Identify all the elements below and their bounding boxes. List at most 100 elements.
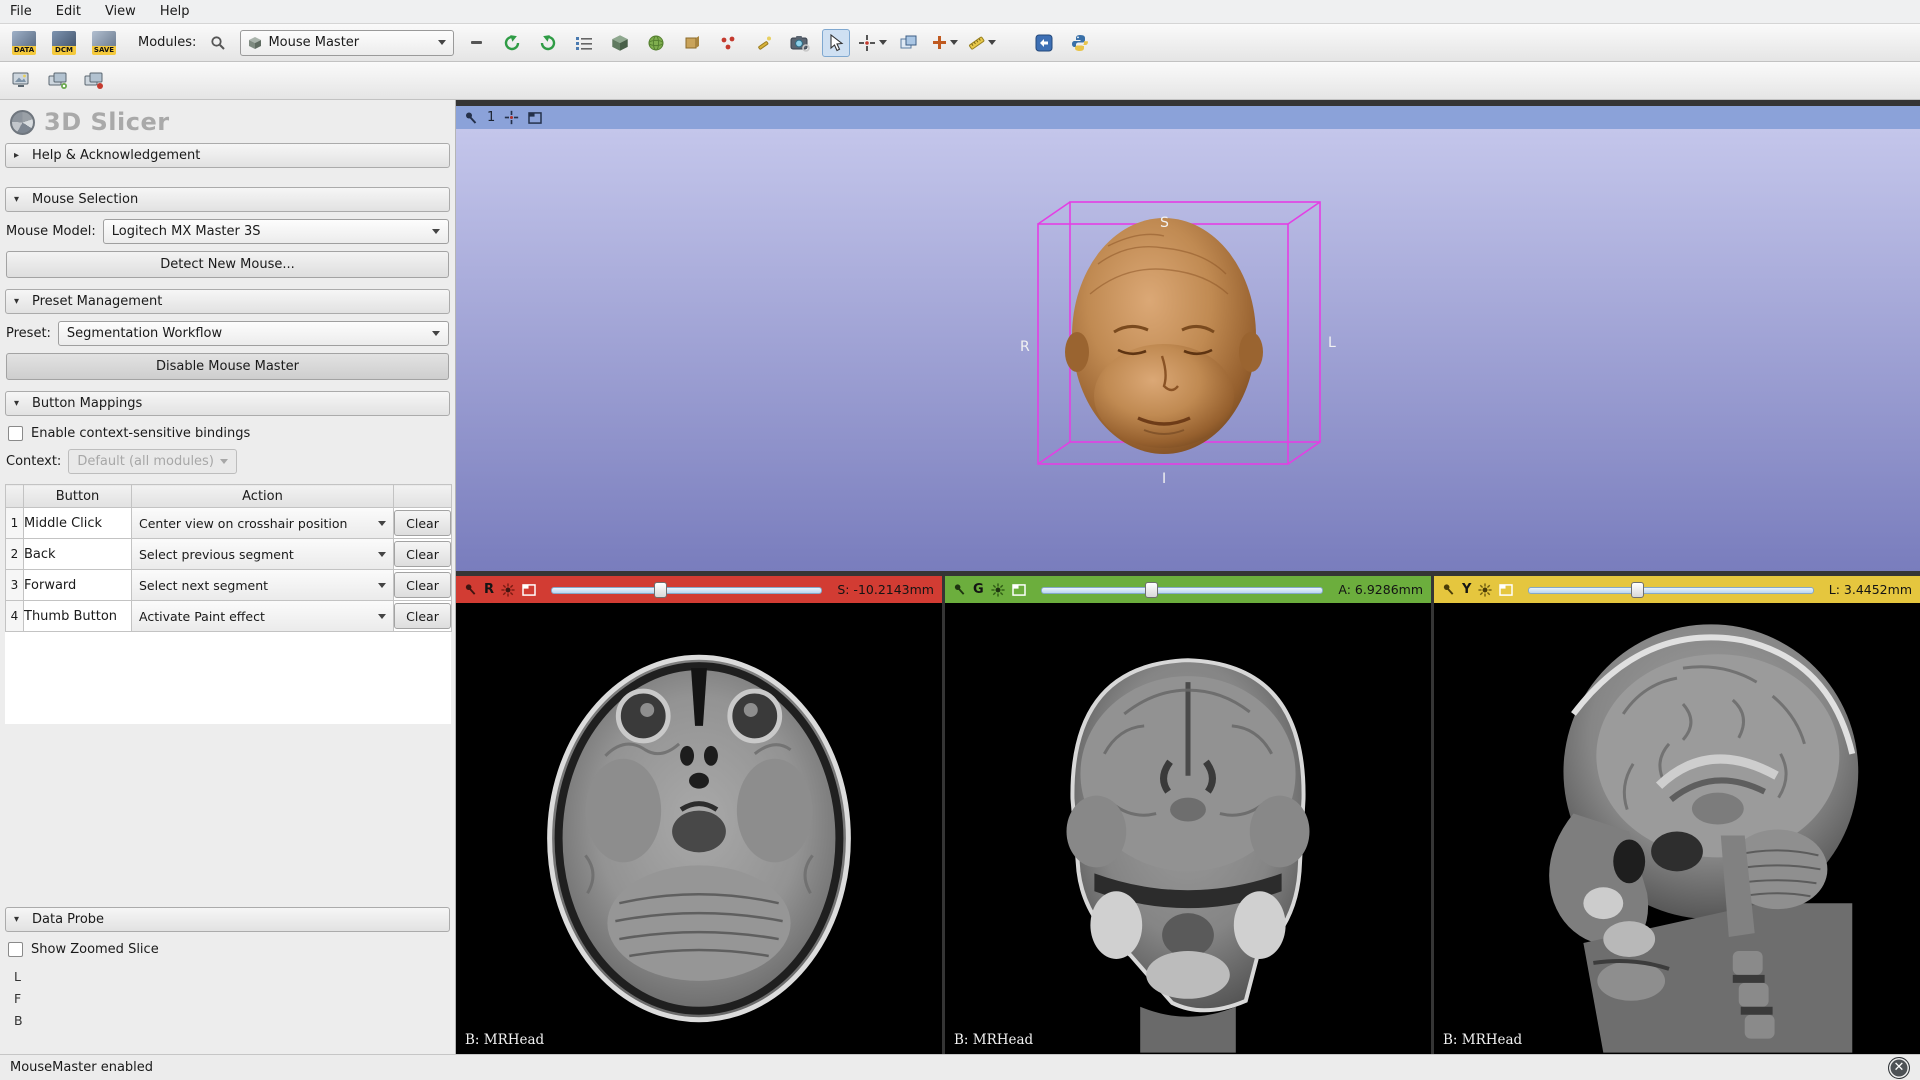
module-history-back-button[interactable] [498,29,526,57]
context-sensitive-row: Enable context-sensitive bindings [8,426,447,441]
menu-help[interactable]: Help [160,4,190,19]
scene-view-capture-button[interactable] [44,67,72,95]
context-sensitive-checkbox[interactable] [8,426,23,441]
view-menu-icon[interactable] [1012,584,1026,596]
row-button-name: Back [24,539,132,570]
crosshair-icon[interactable] [504,110,519,125]
section-mouse-selection[interactable]: ▾ Mouse Selection [5,187,450,212]
slice-visibility-icon[interactable] [501,583,515,597]
module-search-button[interactable] [204,29,232,57]
clear-button[interactable]: Clear [394,603,451,629]
volumes-module-button[interactable] [642,29,670,57]
section-label: Button Mappings [32,396,142,411]
axial-brain-image [456,603,942,1054]
threed-viewport[interactable]: S R L I [456,129,1920,571]
annotate-module-button[interactable] [750,29,778,57]
menu-edit[interactable]: Edit [56,4,81,19]
yellow-slice-header: Y L: 3.4452mm [1434,576,1920,603]
section-data-probe[interactable]: ▾ Data Probe [5,907,450,932]
screen-capture-button[interactable] [786,29,814,57]
red-slice-offset-slider[interactable] [551,582,822,598]
module-history-forward-button[interactable] [534,29,562,57]
clear-button[interactable]: Clear [394,510,451,536]
row-action-select[interactable]: Select next segment [132,570,393,600]
collapse-down-icon: ▾ [14,194,24,205]
red-slice-header: R S: -10.2143mm [456,576,942,603]
pin-icon[interactable] [953,583,966,596]
clear-button[interactable]: Clear [394,541,451,567]
slider-handle[interactable] [1631,582,1644,598]
screenshot-button[interactable] [8,67,36,95]
scene-views-icon [48,72,68,90]
green-volume-label: B: MRHead [954,1032,1033,1048]
slider-handle[interactable] [654,582,667,598]
extensions-manager-button[interactable] [1030,29,1058,57]
view-menu-icon[interactable] [522,584,536,596]
place-point-button[interactable] [931,29,959,57]
view-menu-icon[interactable] [1499,584,1513,596]
disable-mouse-master-button[interactable]: Disable Mouse Master [6,353,449,380]
view-menu-icon[interactable] [528,112,542,124]
ruler-button[interactable] [967,29,996,57]
back-arrow-icon [502,33,522,53]
clear-button[interactable]: Clear [394,572,451,598]
threed-view-header: 1 [456,106,1920,129]
chevron-down-icon [378,583,386,588]
module-selector[interactable]: Mouse Master [240,30,454,56]
green-slice-viewport[interactable]: B: MRHead [945,603,1431,1054]
chevron-down-icon [220,459,228,464]
python-console-button[interactable] [1066,29,1094,57]
slice-visibility-icon[interactable] [1478,583,1492,597]
windows-icon [900,35,918,51]
scene-view-restore-button[interactable] [80,67,108,95]
save-button[interactable]: SAVE [88,27,120,59]
yellow-slice-offset-slider[interactable] [1528,582,1813,598]
ruler-icon [967,34,985,52]
close-status-button[interactable]: ✕ [1888,1057,1910,1079]
row-action-select[interactable]: Center view on crosshair position [132,508,393,538]
red-slice-viewport[interactable]: B: MRHead [456,603,942,1054]
load-data-button[interactable]: DATA [8,27,40,59]
section-preset-management[interactable]: ▾ Preset Management [5,289,450,314]
threed-view-label: 1 [487,110,495,125]
menu-view[interactable]: View [105,4,136,19]
markups-module-button[interactable] [714,29,742,57]
modules-label: Modules: [138,35,196,50]
row-action-select[interactable]: Activate Paint effect [132,601,393,631]
orientation-label-superior: S [1160,215,1169,231]
show-zoomed-slice-checkbox[interactable] [8,942,23,957]
section-help-acknowledgement[interactable]: ▸ Help & Acknowledgement [5,143,450,168]
module-list-button[interactable] [570,29,598,57]
section-button-mappings[interactable]: ▾ Button Mappings [5,391,450,416]
row-button-name: Thumb Button [24,601,132,632]
pin-icon[interactable] [1442,583,1455,596]
green-slice-offset-slider[interactable] [1041,582,1324,598]
row-action-value: Activate Paint effect [139,609,378,624]
row-action-select[interactable]: Select previous segment [132,539,393,569]
pin-icon[interactable] [464,111,478,125]
context-select: Default (all modules) [68,449,237,474]
dicom-caption: DCM [52,46,76,55]
mouse-interaction-button[interactable] [822,29,850,57]
row-action-value: Select next segment [139,578,378,593]
crosshair-icon [858,34,876,52]
menu-file[interactable]: File [10,4,32,19]
crosshair-button[interactable] [858,29,887,57]
dicom-button[interactable]: DCM [48,27,80,59]
pin-icon[interactable] [464,583,477,596]
data-module-button[interactable] [606,29,634,57]
volume-rendering-button[interactable] [678,29,706,57]
detect-new-mouse-button[interactable]: Detect New Mouse... [6,251,449,278]
module-pin-button[interactable] [462,29,490,57]
slider-handle[interactable] [1145,582,1158,598]
status-message: MouseMaster enabled [10,1060,153,1075]
yellow-slice-viewport[interactable]: B: MRHead [1434,603,1920,1054]
slice-visibility-icon[interactable] [991,583,1005,597]
collapse-down-icon: ▾ [14,914,24,925]
mouse-model-select[interactable]: Logitech MX Master 3S [103,219,449,244]
preset-select[interactable]: Segmentation Workflow [58,321,449,346]
module-cube-icon [248,36,262,50]
slice-intersections-button[interactable] [895,29,923,57]
chevron-down-icon [950,40,958,45]
button-mapping-table: Button Action 1 Middle Click Center view… [5,484,451,724]
